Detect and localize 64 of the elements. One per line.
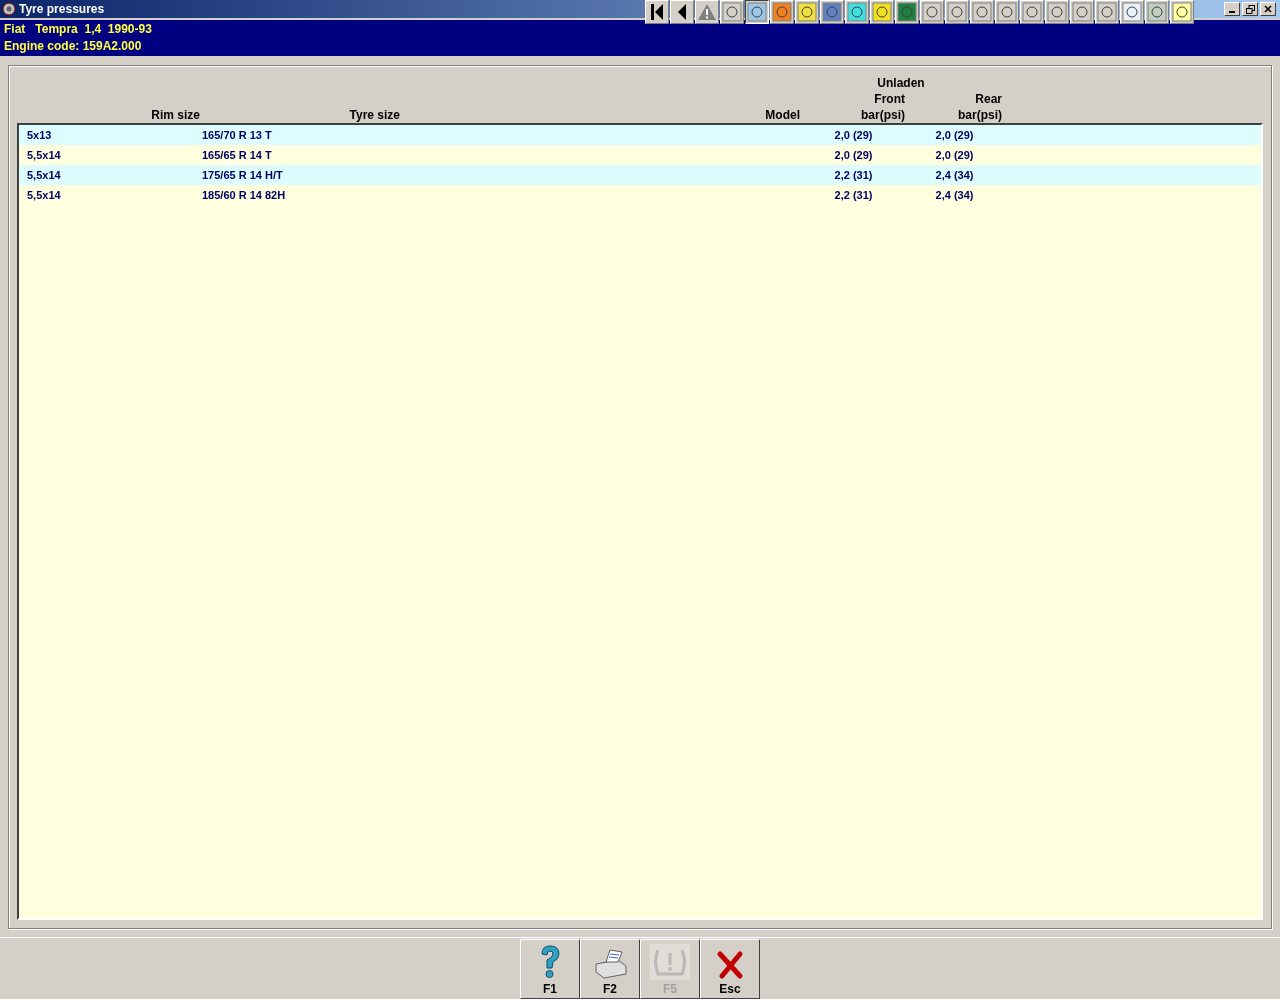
toolbar-tool-icon	[897, 2, 917, 22]
column-header: Front	[874, 90, 905, 107]
back-icon	[676, 3, 688, 21]
table-cell-text: 2,0 (29)	[833, 148, 874, 161]
function-key-button[interactable]: F1	[520, 939, 580, 999]
table-cell-text: 165/70 R 13 T	[202, 128, 273, 141]
toolbar-tool-icon	[997, 2, 1017, 22]
printer-icon	[592, 948, 628, 980]
app-icon	[2, 1, 16, 16]
table-cell-text: 165/65 R 14 T	[202, 148, 273, 161]
table-cell-text: 185/60 R 14 82H	[202, 188, 287, 201]
table-cell-text: 5,5x14	[26, 168, 62, 181]
unit-label: bar(psi)	[958, 106, 1002, 123]
toolbar-tool-icon	[847, 2, 867, 22]
toolbar-tool-icon	[772, 2, 792, 22]
first-page-icon	[649, 3, 665, 21]
table-cell-text: 5x13	[26, 128, 53, 141]
toolbar-tool-icon	[797, 2, 817, 22]
table-cell-text: 2,0 (29)	[934, 128, 975, 141]
close-button[interactable]	[1260, 2, 1276, 16]
engine-code: Engine code: 159A2.000	[4, 37, 143, 55]
minimize-button[interactable]	[1224, 2, 1240, 16]
restore-icon	[1245, 4, 1255, 14]
group-header: Unladen	[876, 74, 926, 91]
column-header: Model	[765, 106, 800, 123]
toolbar-tool-icon	[1072, 2, 1092, 22]
column-header: Tyre size	[349, 106, 400, 123]
tyre-warning-icon	[650, 944, 690, 980]
table-cell-text: 2,2 (31)	[833, 188, 874, 201]
vehicle-model: Fiat Tempra 1,4 1990-93	[4, 20, 153, 38]
table-cell-text: 2,4 (34)	[934, 188, 975, 201]
toolbar-tool-icon	[872, 2, 892, 22]
window-title: Tyre pressures	[19, 1, 105, 16]
toolbar-tool-icon	[922, 2, 942, 22]
toolbar-tool-icon	[1047, 2, 1067, 22]
column-header: Rear	[975, 90, 1002, 107]
table-cell-text: 2,0 (29)	[833, 128, 874, 141]
warning-icon	[697, 3, 717, 21]
toolbar-tool-icon	[747, 2, 767, 22]
close-icon	[716, 950, 744, 980]
restore-button[interactable]	[1242, 2, 1258, 16]
unit-label: bar(psi)	[861, 106, 905, 123]
toolbar-button[interactable]	[745, 0, 769, 24]
toolbar-tool-icon	[1147, 2, 1167, 22]
function-key-button[interactable]: Esc	[700, 939, 760, 999]
table-cell-text: 2,0 (29)	[934, 148, 975, 161]
toolbar-tool-icon	[822, 2, 842, 22]
toolbar-tool-icon	[1022, 2, 1042, 22]
toolbar-tool-icon	[1122, 2, 1142, 22]
table-cell-text: 175/65 R 14 H/T	[202, 168, 284, 181]
toolbar-tool-icon	[1172, 2, 1192, 22]
table-row[interactable]: 5,5x14 175/65 R 14 H/T 2,2 (31) 2,4 (34)	[19, 164, 1261, 185]
toolbar-tool-icon	[722, 2, 742, 22]
table-cell-text: 2,2 (31)	[833, 168, 874, 181]
table-cell-text: 2,4 (34)	[934, 168, 975, 181]
function-key-button[interactable]: F2	[580, 939, 640, 999]
table-cell-text: 5,5x14	[26, 188, 62, 201]
column-header: Rim size	[151, 106, 200, 123]
close-icon	[1264, 5, 1272, 13]
toolbar-tool-icon	[972, 2, 992, 22]
toolbar-tool-icon	[1097, 2, 1117, 22]
table-cell-text: 5,5x14	[26, 148, 62, 161]
toolbar-tool-icon	[947, 2, 967, 22]
table-row[interactable]: 5x13 165/70 R 13 T 2,0 (29) 2,0 (29)	[19, 124, 1261, 145]
